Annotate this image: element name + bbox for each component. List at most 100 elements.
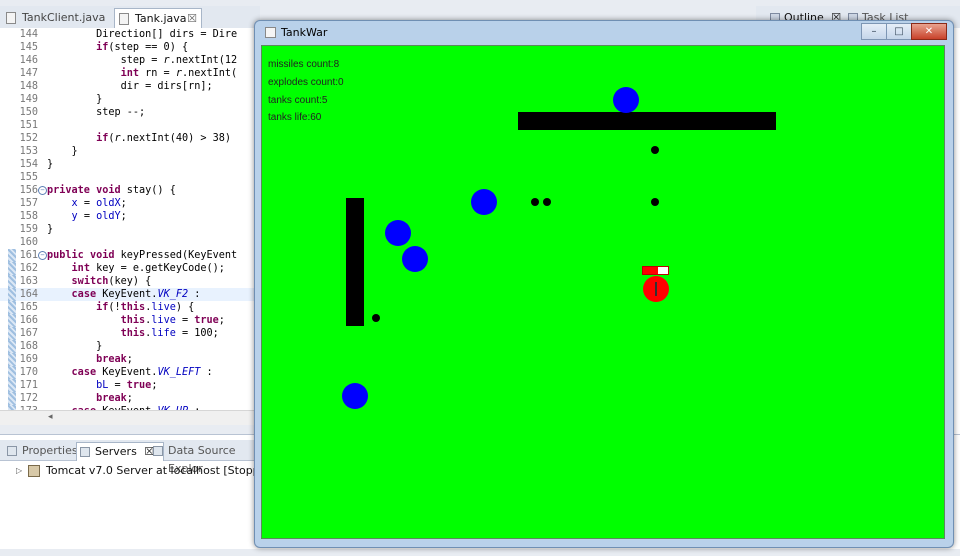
line-number: 158 [19, 211, 38, 222]
tab-properties[interactable]: Properties [4, 442, 78, 460]
line-number: 152 [19, 133, 38, 144]
server-tree-item[interactable]: ▷ Tomcat v7.0 Server at localhost [Stopp… [14, 463, 278, 479]
code-text: bL = true; [96, 380, 158, 391]
code-line[interactable]: 168 } [0, 340, 258, 353]
line-number: 148 [19, 81, 38, 92]
code-text: } [47, 146, 78, 157]
line-number: 150 [19, 107, 38, 118]
properties-icon [7, 446, 17, 456]
enemy-tank [342, 383, 368, 409]
code-line[interactable]: 170 case KeyEvent.VK_LEFT : [0, 366, 258, 379]
code-line[interactable]: 161− public void keyPressed(KeyEvent [0, 249, 258, 262]
code-line[interactable]: 144 Direction[] dirs = Dire [0, 28, 258, 41]
player-life-bar [642, 266, 669, 275]
code-text: this.live = true; [120, 315, 225, 326]
code-line[interactable]: 153 } [0, 145, 258, 158]
wall-vertical [346, 198, 364, 326]
code-text: int rn = r.nextInt( [120, 68, 238, 79]
code-text: step = r.nextInt(12 [47, 55, 238, 66]
code-line[interactable]: 171 bL = true; [0, 379, 258, 392]
code-line[interactable]: 164 case KeyEvent.VK_F2 : [0, 288, 258, 301]
line-number: 159 [19, 224, 38, 235]
code-text: } [47, 159, 54, 170]
code-line[interactable]: 166 this.live = true; [0, 314, 258, 327]
line-number: 154 [19, 159, 38, 170]
code-text: case KeyEvent.VK_LEFT : [71, 367, 213, 378]
maximize-button[interactable]: □ [886, 23, 912, 40]
tab-data-source-explorer[interactable]: Data Source Explor [150, 442, 258, 475]
tab-label: Tank.java [135, 12, 187, 25]
code-text: switch(key) { [71, 276, 152, 287]
horizontal-scrollbar[interactable]: ◂ [0, 410, 258, 425]
tab-label: Properties [22, 444, 78, 457]
code-text: public void keyPressed(KeyEvent [47, 250, 238, 261]
game-canvas[interactable]: missiles count:8 explodes count:0 tanks … [261, 45, 945, 539]
code-line[interactable]: 156− private void stay() { [0, 184, 258, 197]
code-text: if(step == 0) { [96, 42, 189, 53]
code-line[interactable]: 167 this.life = 100; [0, 327, 258, 340]
code-line[interactable]: 147 int rn = r.nextInt( [0, 67, 258, 80]
fold-icon[interactable]: − [38, 251, 47, 260]
java-file-icon [119, 13, 129, 25]
hud-explodes-count: explodes count:0 [268, 77, 344, 88]
minimize-button[interactable]: – [861, 23, 887, 40]
window-controls: – □ ✕ [861, 23, 947, 40]
code-line[interactable]: 172 break; [0, 392, 258, 405]
code-line[interactable]: 146 step = r.nextInt(12 [0, 54, 258, 67]
code-line[interactable]: 155 [0, 171, 258, 184]
line-number: 162 [19, 263, 38, 274]
code-line[interactable]: 169 break; [0, 353, 258, 366]
tab-label: Servers [95, 445, 137, 458]
expand-icon[interactable]: ▷ [16, 463, 22, 479]
missile [651, 146, 659, 154]
code-line[interactable]: 154} [0, 158, 258, 171]
hud-tank-life: tanks life:60 [268, 112, 322, 123]
code-line[interactable]: 149 } [0, 93, 258, 106]
code-line[interactable]: 165 if(!this.live) { [0, 301, 258, 314]
enemy-tank [402, 246, 428, 272]
line-number: 155 [19, 172, 38, 183]
line-number: 147 [19, 68, 38, 79]
code-line[interactable]: 151 [0, 119, 258, 132]
bottom-panel-tab-bar: Properties Servers ☒ Data Source Explor [0, 440, 258, 475]
code-line[interactable]: 162 int key = e.getKeyCode(); [0, 262, 258, 275]
fold-icon[interactable]: − [38, 186, 47, 195]
servers-icon [80, 447, 90, 457]
code-editor[interactable]: 144 Direction[] dirs = Dire 145 if(step =… [0, 28, 259, 424]
tab-tankclient-java[interactable]: TankClient.java [2, 8, 106, 28]
code-line[interactable]: 145 if(step == 0) { [0, 41, 258, 54]
close-icon[interactable]: ☒ [187, 9, 197, 29]
code-line[interactable]: 163 switch(key) { [0, 275, 258, 288]
code-line[interactable]: 150 step --; [0, 106, 258, 119]
code-line[interactable]: 158 y = oldY; [0, 210, 258, 223]
hud-missiles-count: missiles count:8 [268, 59, 340, 70]
code-text: this.life = 100; [120, 328, 219, 339]
code-text: } [47, 341, 103, 352]
close-button[interactable]: ✕ [911, 23, 947, 40]
tab-label: TankClient.java [22, 11, 106, 24]
editor-tab-bar: TankClient.java Tank.java ☒ [0, 6, 260, 29]
line-number: 156 [19, 185, 38, 196]
code-text: int key = e.getKeyCode(); [71, 263, 225, 274]
code-text: dir = dirs[rn]; [47, 81, 213, 92]
code-line[interactable]: 152 if(r.nextInt(40) > 38) [0, 132, 258, 145]
tab-tank-java[interactable]: Tank.java ☒ [114, 8, 202, 28]
code-text: step --; [47, 107, 146, 118]
line-number: 161 [19, 250, 38, 261]
line-number: 166 [19, 315, 38, 326]
window-title-bar[interactable]: TankWar [265, 25, 327, 41]
player-tank-barrel [655, 282, 657, 296]
line-number: 146 [19, 55, 38, 66]
code-line[interactable]: 148 dir = dirs[rn]; [0, 80, 258, 93]
line-number: 144 [19, 29, 38, 40]
code-text: if(!this.live) { [96, 302, 195, 313]
java-file-icon [6, 12, 16, 24]
code-text: y = oldY; [71, 211, 127, 222]
scroll-left-icon[interactable]: ◂ [48, 412, 53, 422]
code-line[interactable]: 157 x = oldX; [0, 197, 258, 210]
code-line[interactable]: 160 [0, 236, 258, 249]
code-line[interactable]: 159} [0, 223, 258, 236]
line-number: 171 [19, 380, 38, 391]
line-number: 151 [19, 120, 38, 131]
server-label: Tomcat v7.0 Server at localhost [Stopped… [46, 464, 278, 477]
